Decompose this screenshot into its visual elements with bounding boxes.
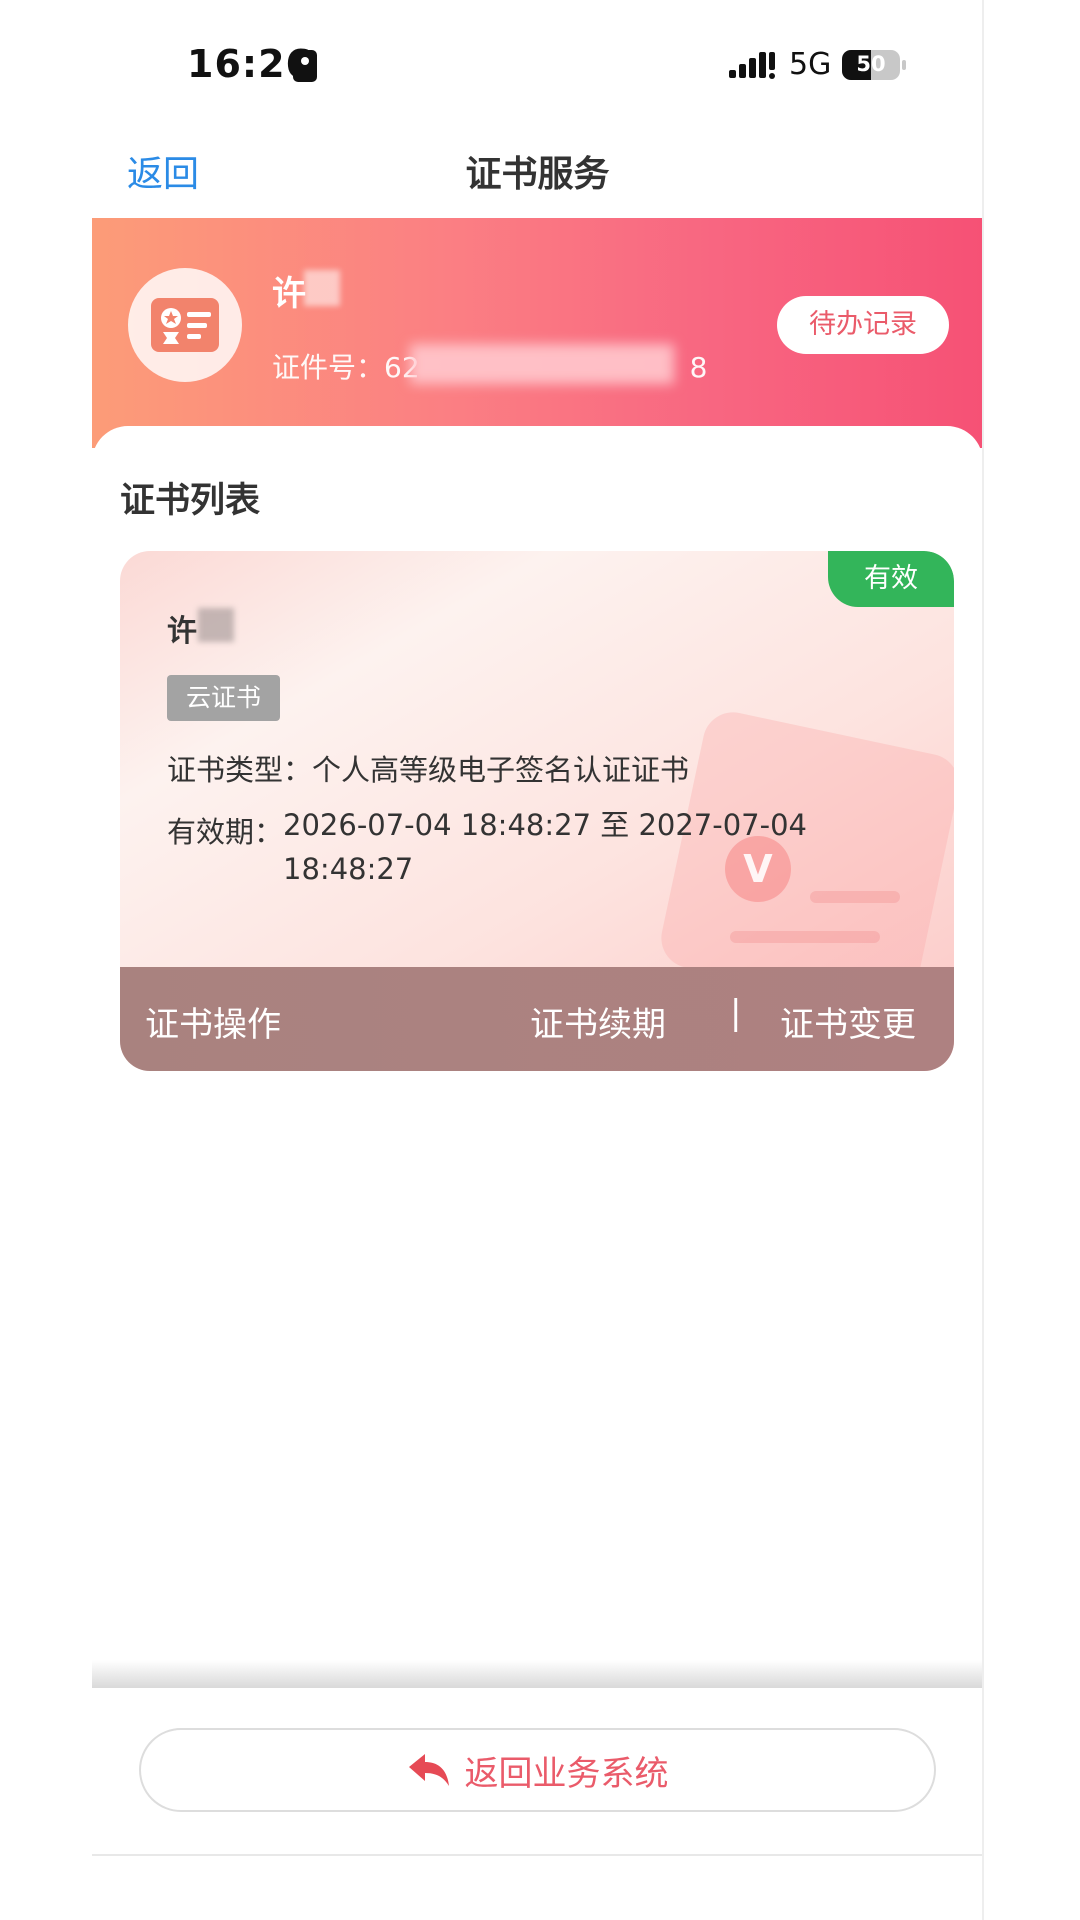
app-screen: 16:26 5G 50 证书服务 返回 许 证件号：62 8 待办记录 证书列表… [92,0,983,1920]
bottom-bar: 返回业务系统 [92,1688,983,1858]
user-header: 许 证件号：62 8 待办记录 [92,218,983,448]
status-badge: 有效 [828,551,954,607]
content-sheet: 证书列表 V 有效 许 云证书 证书类型：个人高等级电子签名认证证书 有效期： … [92,426,983,1676]
certificate-type-value: 个人高等级电子签名认证证书 [312,753,690,787]
name-redaction [304,270,340,306]
certificate-actions: 证书操作 证书续期 | 证书变更 [120,967,954,1071]
id-label: 证件号： [272,351,385,384]
user-name: 许 [272,274,306,314]
section-title: 证书列表 [120,481,261,521]
validity-label: 有效期： [167,815,284,849]
certificate-type-label: 证书类型： [167,753,313,787]
todo-records-button[interactable]: 待办记录 [777,296,949,354]
battery-tip [902,60,906,70]
id-redaction [410,344,674,384]
avatar [128,268,242,382]
network-type: 5G [789,47,832,82]
id-card-icon [151,298,219,352]
holder-redaction [198,608,234,642]
return-button-label: 返回业务系统 [464,1753,669,1794]
back-button[interactable]: 返回 [127,145,199,197]
certificate-holder: 许 [167,614,197,649]
certificate-type: 证书类型：个人高等级电子签名认证证书 [167,747,689,789]
actions-label: 证书操作 [145,1005,281,1045]
return-button-content: 返回业务系统 [141,1730,934,1810]
bottom-shadow [92,1660,983,1690]
return-to-business-button[interactable]: 返回业务系统 [139,1728,936,1812]
renew-certificate-button[interactable]: 证书续期 [530,997,666,1046]
id-value-tail: 8 [689,351,708,384]
validity-value: 2026-07-04 18:48:27 至 2027-07-04 18:48:2… [283,808,807,886]
screen-edge [982,0,984,1920]
reply-arrow-icon [408,1754,449,1786]
sim-icon [293,50,317,82]
signal-icon [729,52,775,79]
certificate-card[interactable]: V 有效 许 云证书 证书类型：个人高等级电子签名认证证书 有效期： 2026-… [120,551,954,1071]
actions-separator: | [730,993,742,1033]
battery-icon: 50 [842,50,900,80]
page-title: 证书服务 [465,154,610,195]
battery-level: 50 [856,52,886,76]
certificate-validity: 有效期： 2026-07-04 18:48:27 至 2027-07-04 18… [167,808,843,891]
certificate-tag: 云证书 [167,675,280,721]
watermark-line [810,891,900,903]
change-certificate-button[interactable]: 证书变更 [780,997,916,1046]
bottom-divider [92,1854,983,1856]
watermark-line [730,931,880,943]
